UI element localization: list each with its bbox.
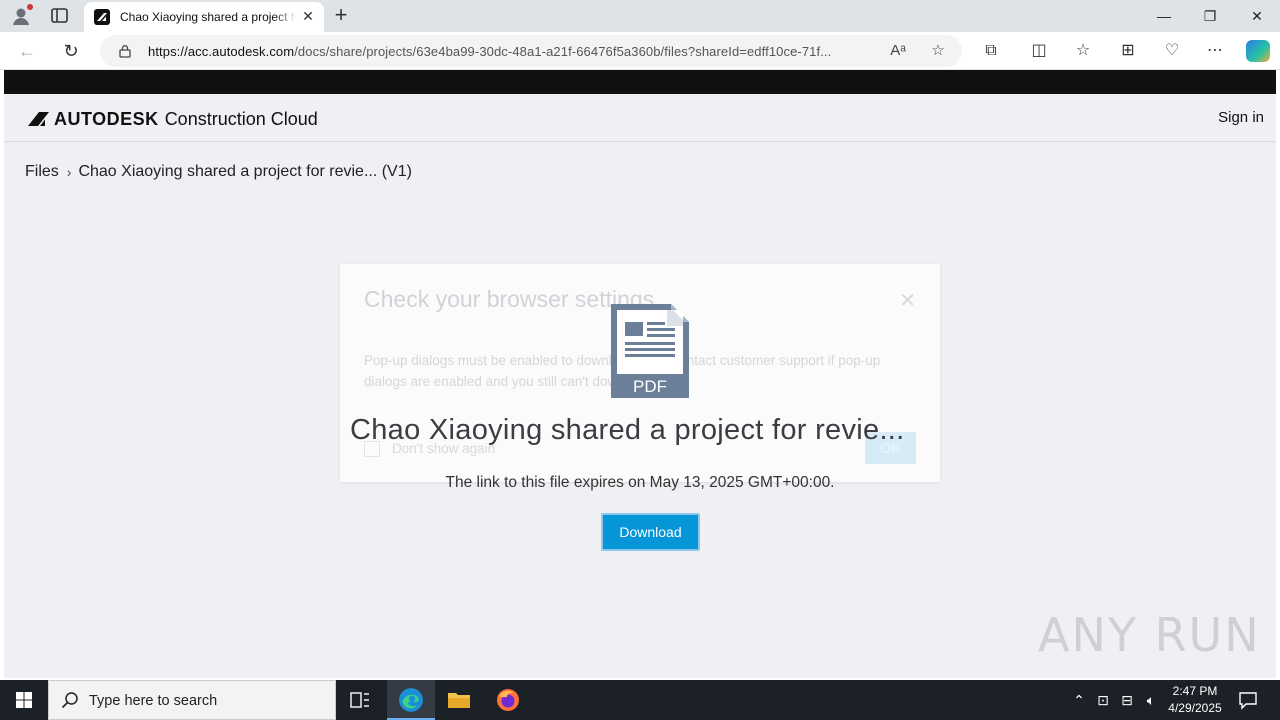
link-expiry-text: The link to this file expires on May 13,… [445, 474, 835, 491]
folder-icon [448, 693, 470, 708]
tab-close-icon[interactable]: ✕ [300, 8, 316, 24]
windows-logo-icon [16, 692, 32, 708]
window-close-button[interactable]: ✕ [1234, 0, 1280, 32]
edge-taskbar-button[interactable] [387, 680, 435, 720]
tab-title: Chao Xiaoying shared a project for revie… [120, 10, 296, 24]
site-header: AUTODESK Construction Cloud Sign in [4, 94, 1276, 142]
chevron-right-icon: › [66, 164, 72, 180]
autodesk-favicon-icon [94, 9, 110, 25]
browser-tab-active[interactable]: Chao Xiaoying shared a project for revie… [84, 2, 324, 32]
tab-actions-icon[interactable] [50, 7, 70, 25]
collections-icon[interactable]: ⊞ [1117, 40, 1139, 62]
favorite-star-icon[interactable]: ☆ [928, 41, 948, 61]
start-button[interactable] [0, 680, 48, 720]
file-name: Chao Xiaoying shared a project for revie… [350, 414, 905, 446]
firefox-icon [497, 689, 519, 711]
taskbar-search-box[interactable]: Type here to search [48, 680, 336, 720]
taskbar-clock[interactable]: 2:47 PM 4/29/2025 [1162, 683, 1228, 717]
autodesk-logo[interactable]: AUTODESK Construction Cloud [28, 109, 318, 129]
pdf-file-icon: PDF [611, 304, 689, 398]
favorites-icon[interactable]: ☆ [1072, 40, 1094, 62]
lock-icon[interactable] [118, 44, 132, 58]
network-icon[interactable]: ⊡ [1094, 691, 1112, 709]
autodesk-logo-icon [28, 112, 49, 126]
volume-icon[interactable]: 🔈︎ [1142, 691, 1160, 709]
back-arrow-icon[interactable]: ← [16, 40, 38, 62]
firefox-taskbar-button[interactable] [484, 680, 532, 720]
copilot-icon[interactable] [1246, 40, 1270, 62]
notifications-icon[interactable] [1238, 690, 1258, 710]
download-button[interactable]: Download [601, 513, 700, 551]
restore-button[interactable]: ❐ [1187, 0, 1233, 32]
url-text[interactable]: https://acc.autodesk.com/docs/share/proj… [148, 44, 831, 59]
search-placeholder: Type here to search [89, 693, 218, 709]
product-name: Construction Cloud [164, 108, 318, 129]
page-content: AUTODESK Construction Cloud Sign in File… [4, 70, 1276, 678]
sign-in-link[interactable]: Sign in [1218, 109, 1264, 126]
task-view-icon [350, 692, 369, 708]
edge-icon [399, 688, 423, 712]
wifi-icon[interactable]: ⊟ [1118, 691, 1136, 709]
breadcrumb-current: Chao Xiaoying shared a project for revie… [78, 163, 412, 180]
search-icon [61, 692, 78, 709]
anyrun-watermark: ANY RUN [1038, 608, 1261, 662]
split-screen-icon[interactable]: ◫ [1028, 40, 1050, 62]
top-strip [4, 70, 1276, 94]
new-tab-button[interactable]: + [330, 4, 352, 26]
more-menu-icon[interactable]: ⋯ [1204, 40, 1226, 62]
refresh-icon[interactable]: ↻ [60, 40, 82, 62]
address-bar[interactable]: https://acc.autodesk.com/docs/share/proj… [100, 35, 962, 67]
brand-name: AUTODESK [54, 108, 159, 129]
chevron-up-icon[interactable]: ⌃ [1070, 691, 1088, 709]
breadcrumb: Files › Chao Xiaoying shared a project f… [25, 163, 412, 181]
browser-essentials-icon[interactable]: ♡ [1161, 40, 1183, 62]
breadcrumb-files-link[interactable]: Files [25, 163, 59, 181]
notification-dot [27, 4, 33, 10]
task-view-button[interactable] [336, 680, 384, 720]
clock-time: 2:47 PM [1172, 684, 1218, 698]
windows-taskbar: Type here to search ⌃ ⊡ ⊟ 🔈︎ 2:47 PM 4/2… [0, 680, 1280, 720]
dialog-close-icon[interactable]: ✕ [899, 288, 916, 313]
browser-tab-bar: Chao Xiaoying shared a project for revie… [0, 0, 1280, 32]
url-host: https://acc.autodesk.com [148, 44, 295, 59]
file-explorer-taskbar-button[interactable] [435, 680, 483, 720]
clock-date: 4/29/2025 [1168, 701, 1222, 715]
extensions-icon[interactable]: ⧉ [980, 40, 1002, 62]
minimize-button[interactable]: — [1141, 0, 1187, 32]
read-aloud-icon[interactable]: A͏ᵃ [888, 41, 908, 61]
url-path: /docs/share/projects/63e4ba99-30dc-48a1-… [294, 44, 832, 59]
pdf-label: PDF [633, 377, 667, 396]
